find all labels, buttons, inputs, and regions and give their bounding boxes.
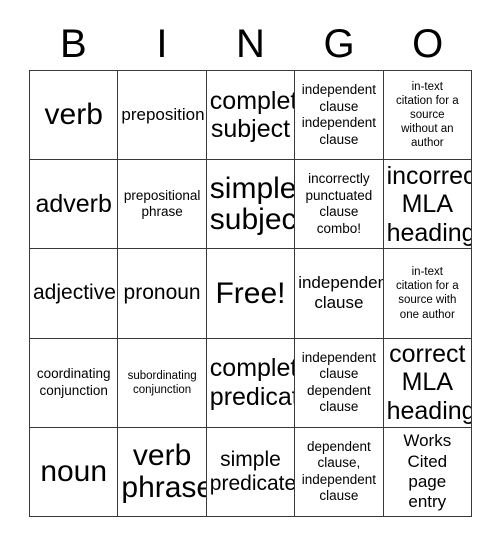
bingo-cell-label: Works Cited page entry (403, 431, 452, 512)
bingo-cell[interactable]: independent clause independent clause (295, 71, 384, 161)
bingo-cell-label: independent clause (298, 273, 384, 313)
bingo-header-letter-b: B (59, 22, 87, 66)
bingo-cell-label: pronoun (123, 281, 201, 305)
bingo-cell-label: independent clause independent clause (301, 82, 377, 147)
bingo-cell[interactable]: verb (30, 71, 119, 161)
bingo-cell[interactable]: Works Cited page entry (383, 427, 472, 517)
bingo-cell[interactable]: in-text citation for a source without an… (383, 71, 472, 161)
bingo-cell[interactable]: preposition (118, 71, 207, 161)
bingo-cell-label: subordinating conjunction (127, 369, 197, 396)
bingo-cell[interactable]: complete predicate (206, 338, 296, 428)
bingo-cell-label: noun (40, 455, 108, 489)
bingo-cell[interactable]: prepositional phrase (118, 160, 207, 250)
bingo-cell[interactable]: adjective (30, 249, 119, 339)
bingo-cell-label: Free! (215, 276, 286, 310)
bingo-cell-label: simple predicate (209, 447, 296, 495)
bingo-cell-label: incorrect MLA heading (386, 161, 472, 247)
bingo-cell[interactable]: in-text citation for a source with one a… (383, 249, 472, 339)
bingo-cell-label: independent clause dependent clause (301, 349, 377, 415)
bingo-cell-label: preposition (121, 104, 205, 124)
bingo-header-row: B I N G O (29, 18, 472, 70)
bingo-free-space[interactable]: Free! (206, 249, 296, 339)
bingo-cell[interactable]: noun (30, 427, 119, 517)
bingo-cell[interactable]: correct MLA heading (383, 338, 472, 428)
bingo-header-letter-o: O (412, 22, 444, 66)
bingo-cell-label: verb phrase (121, 439, 207, 504)
bingo-cell[interactable]: independent clause (295, 249, 384, 339)
bingo-cell[interactable]: subordinating conjunction (118, 338, 207, 428)
bingo-cell-label: adjective (33, 281, 116, 305)
bingo-header-letter-g: G (323, 22, 355, 66)
bingo-cell[interactable]: incorrectly punctuated clause combo! (295, 160, 384, 250)
bingo-cell[interactable]: adverb (30, 160, 119, 250)
bingo-cell[interactable]: incorrect MLA heading (383, 160, 472, 250)
bingo-cell[interactable]: simple subject (206, 160, 296, 250)
bingo-cell[interactable]: independent clause dependent clause (295, 338, 384, 428)
bingo-card: B I N G O verb prepositioncomplete subjec… (0, 0, 500, 544)
bingo-cell[interactable]: dependent clause, independent clause (295, 427, 384, 517)
bingo-cell-label: prepositional phrase (123, 187, 201, 220)
bingo-header-letter-i: I (156, 22, 168, 66)
bingo-cell-label: complete subject (209, 86, 294, 144)
bingo-cell[interactable]: coordinating conjunction (30, 338, 119, 428)
bingo-cell[interactable]: verb phrase (118, 427, 207, 517)
bingo-cell-label: in-text citation for a source with one a… (395, 266, 459, 321)
bingo-grid: verbprepositioncomplete subjectindepende… (29, 70, 472, 517)
bingo-cell-label: in-text citation for a source without an… (395, 81, 459, 150)
bingo-cell[interactable]: pronoun (118, 249, 207, 339)
bingo-cell-label: complete predicate (209, 354, 294, 411)
bingo-cell-label: incorrectly punctuated clause combo! (305, 171, 373, 236)
bingo-cell-label: dependent clause, independent clause (301, 438, 377, 504)
bingo-cell-label: correct MLA heading (386, 339, 472, 425)
bingo-header-letter-n: N (236, 22, 265, 66)
bingo-cell[interactable]: complete subject (206, 71, 296, 161)
bingo-cell-label: simple subject (209, 171, 296, 237)
bingo-cell[interactable]: simple predicate (206, 427, 296, 517)
bingo-cell-label: adverb (35, 190, 112, 219)
bingo-cell-label: coordinating conjunction (36, 366, 111, 398)
bingo-cell-label: verb (44, 98, 103, 132)
